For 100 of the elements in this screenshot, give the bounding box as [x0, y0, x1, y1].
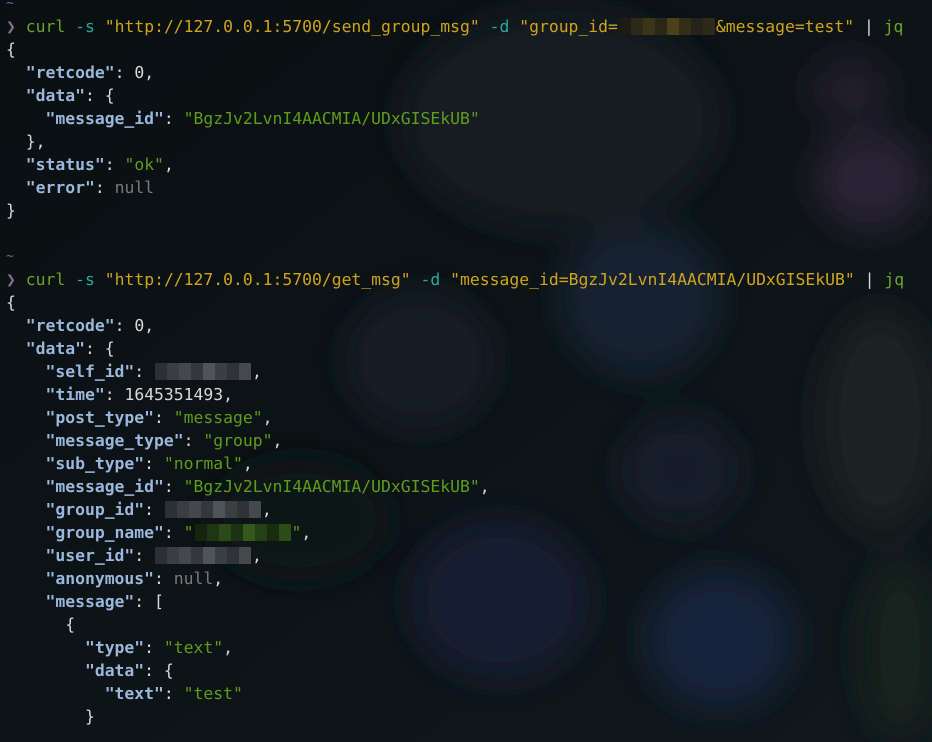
punctuation-text: , — [252, 361, 262, 383]
punctuation-text: , — [480, 476, 490, 498]
json-key: "time" — [45, 383, 105, 406]
json-number: 0 — [134, 315, 144, 337]
argument-text: "group_id= — [519, 16, 618, 38]
punctuation-text: , — [301, 522, 312, 544]
json-key: "retcode" — [26, 61, 115, 84]
json-key: "error" — [26, 176, 95, 199]
punctuation-text: , — [242, 453, 253, 475]
json-key: "message_id" — [45, 107, 164, 130]
json-key: "message_id" — [45, 475, 164, 498]
punctuation-text: : — [94, 177, 105, 199]
tilde-text: ~ — [6, 248, 14, 266]
punctuation-text: : — [104, 384, 115, 406]
punctuation-text: : — [84, 338, 95, 360]
json-string: " — [184, 522, 194, 544]
punctuation-text: , — [262, 407, 272, 429]
json-null: null — [114, 177, 154, 199]
punctuation-text: : — [144, 453, 154, 475]
flag-text: -d — [490, 16, 510, 38]
punctuation-text: : — [114, 315, 124, 337]
punctuation-text: , — [272, 430, 282, 452]
punctuation-text: } — [84, 706, 95, 728]
pipe-symbol: | — [864, 16, 874, 38]
json-string: "BgzJv2LvnI4AACMIA/UDxGISEkUB" — [184, 108, 480, 130]
json-key: "sub_type" — [45, 452, 144, 475]
json-key: "data" — [26, 84, 85, 107]
punctuation-text: { — [104, 338, 115, 360]
json-number: 1645351493 — [124, 384, 224, 406]
punctuation-text: : — [144, 499, 156, 521]
punctuation-text: , — [252, 545, 262, 567]
json-string: "ok" — [124, 154, 164, 176]
punctuation-text: : — [144, 637, 154, 659]
json-key: "data" — [26, 337, 85, 360]
json-key: "group_id" — [45, 498, 144, 521]
json-key: "message_type" — [45, 429, 184, 452]
json-key: "retcode" — [26, 314, 115, 337]
punctuation-text: }, — [26, 131, 46, 153]
punctuation-text: { — [104, 85, 115, 107]
punctuation-text: } — [6, 200, 16, 222]
json-string: "normal" — [164, 453, 243, 475]
flag-text: -d — [420, 269, 440, 291]
prompt-symbol: ❯ — [6, 269, 16, 291]
punctuation-text: : — [114, 62, 124, 84]
json-string: "text" — [164, 637, 224, 659]
json-null: null — [174, 568, 214, 590]
json-string: "test" — [184, 683, 243, 705]
json-key: "group_name" — [45, 521, 164, 544]
argument-text: "http://127.0.0.1:5700/get_msg" — [104, 269, 411, 291]
json-key: "type" — [84, 636, 144, 659]
punctuation-text: : — [164, 476, 174, 498]
punctuation-text: : — [144, 660, 154, 682]
punctuation-text: : — [84, 85, 95, 107]
punctuation-text: : — [154, 568, 164, 590]
punctuation-text: , — [223, 384, 234, 406]
command-text: jq — [884, 269, 904, 291]
punctuation-text: : — [134, 361, 146, 383]
json-key: "self_id" — [45, 360, 134, 383]
json-key: "user_id" — [45, 544, 134, 567]
command-text: jq — [884, 16, 904, 38]
json-string: "BgzJv2LvnI4AACMIA/UDxGISEkUB" — [184, 476, 480, 498]
json-string: "message" — [174, 407, 263, 429]
punctuation-text: : — [164, 683, 174, 705]
punctuation-text: : — [164, 522, 174, 544]
punctuation-text: , — [144, 62, 154, 84]
punctuation-text: [ — [154, 591, 164, 613]
flag-text: -s — [75, 269, 95, 291]
pipe-symbol: | — [864, 269, 874, 291]
punctuation-text: { — [6, 292, 16, 314]
punctuation-text: , — [164, 154, 174, 176]
json-key: "data" — [84, 659, 144, 682]
json-key: "message" — [45, 590, 134, 613]
punctuation-text: { — [65, 614, 76, 636]
json-number: 0 — [134, 62, 144, 84]
prompt-symbol: ❯ — [6, 16, 16, 38]
command-text: curl — [26, 269, 66, 291]
punctuation-text: : — [104, 154, 115, 176]
command-text: curl — [26, 16, 66, 38]
punctuation-text: { — [6, 39, 16, 61]
punctuation-text: : — [184, 430, 194, 452]
json-key: "anonymous" — [45, 567, 154, 590]
json-key: "post_type" — [45, 406, 154, 429]
json-key: "status" — [26, 153, 105, 176]
punctuation-text: : — [154, 407, 164, 429]
punctuation-text: , — [223, 637, 234, 659]
json-string: "group" — [203, 430, 272, 452]
punctuation-text: , — [213, 568, 224, 590]
punctuation-text: : — [134, 545, 146, 567]
punctuation-text: { — [164, 660, 174, 682]
json-key: "text" — [104, 682, 164, 705]
tilde-text: ~ — [6, 0, 14, 13]
argument-text: "message_id=BgzJv2LvnI4AACMIA/UDxGISEkUB" — [450, 269, 855, 291]
argument-text: &message=test" — [716, 16, 854, 38]
punctuation-text: , — [262, 499, 272, 521]
json-string: " — [292, 522, 302, 544]
punctuation-text: : — [164, 108, 174, 130]
punctuation-text: : — [134, 591, 144, 613]
argument-text: "http://127.0.0.1:5700/send_group_msg" — [104, 16, 480, 38]
flag-text: -s — [75, 16, 95, 38]
punctuation-text: , — [144, 315, 154, 337]
